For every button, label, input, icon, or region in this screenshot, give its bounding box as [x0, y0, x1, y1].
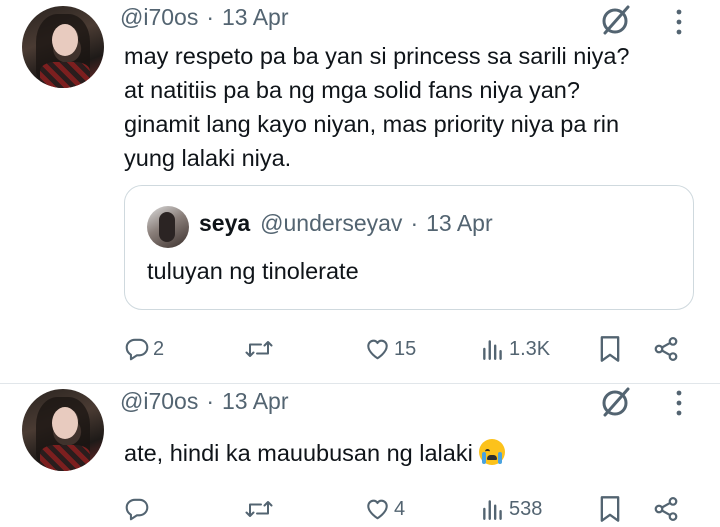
more-icon[interactable] [674, 388, 684, 418]
avatar[interactable] [22, 6, 104, 88]
quote-date[interactable]: 13 Apr [426, 210, 493, 237]
retweet-icon [245, 501, 273, 517]
tweet-text-line: ginamit lang kayo niyan, mas priority ni… [124, 111, 620, 137]
action-bar: 2 15 1.3K [0, 331, 720, 367]
like-count: 4 [394, 497, 406, 520]
views-button[interactable]: 1.3K [480, 331, 550, 367]
tweet-text-line: may respeto pa ba yan si princess sa sar… [124, 43, 630, 69]
tweet-header: @i70os · 13 Apr [120, 2, 289, 32]
reply-count: 2 [153, 337, 165, 360]
user-handle[interactable]: @i70os [120, 388, 198, 415]
tweet-text-line: at natitiis pa ba ng mga solid fans niya… [124, 77, 580, 103]
quote-avatar[interactable] [147, 206, 189, 248]
bookmark-icon [600, 496, 620, 522]
avatar[interactable] [22, 389, 104, 471]
like-icon [367, 339, 388, 360]
reply-button[interactable]: 2 [124, 331, 164, 367]
tweet-date[interactable]: 13 Apr [222, 388, 289, 415]
tweet[interactable]: @i70os · 13 Apr ate, hindi ka mauubusan … [0, 384, 720, 522]
bookmark-icon [600, 336, 620, 362]
loudly-crying-face-icon [478, 439, 505, 465]
separator-dot: · [206, 3, 215, 30]
share-button[interactable] [652, 331, 680, 367]
like-icon [367, 499, 388, 520]
like-button[interactable]: 15 [364, 331, 416, 367]
views-icon [483, 340, 502, 360]
quote-handle[interactable]: @underseyav [260, 210, 402, 237]
view-count: 1.3K [509, 337, 551, 360]
tweet-text-line: ate, hindi ka mauubusan ng lalaki [124, 440, 473, 466]
quoted-tweet[interactable]: seya @underseyav · 13 Apr tuluyan ng tin… [124, 185, 694, 310]
more-icon[interactable] [674, 7, 684, 37]
tweet-date[interactable]: 13 Apr [222, 4, 289, 31]
quote-header: seya @underseyav · 13 Apr [199, 210, 493, 237]
retweet-icon [245, 341, 273, 357]
views-icon [483, 500, 502, 520]
grok-icon[interactable] [600, 4, 632, 36]
separator-dot: · [206, 387, 215, 414]
tweet[interactable]: @i70os · 13 Apr may respeto pa ba yan si… [0, 0, 720, 383]
separator-dot: · [410, 210, 419, 236]
share-icon [654, 497, 678, 521]
like-count: 15 [394, 337, 417, 360]
user-handle[interactable]: @i70os [120, 4, 198, 31]
tweet-text-line: yung lalaki niya. [124, 145, 292, 171]
bookmark-button[interactable] [598, 331, 622, 367]
quote-text: tuluyan ng tinolerate [147, 258, 359, 284]
reply-icon [125, 338, 149, 361]
view-count: 538 [509, 497, 543, 520]
tweet-text: may respeto pa ba yan si princess sa sar… [124, 39, 690, 175]
tweet-text: ate, hindi ka mauubusan ng lalaki [124, 436, 690, 470]
tweet-header: @i70os · 13 Apr [120, 386, 289, 416]
share-icon [654, 337, 678, 361]
quote-display-name[interactable]: seya [199, 210, 250, 237]
reply-icon [125, 498, 149, 521]
grok-icon[interactable] [600, 386, 632, 418]
retweet-button[interactable] [244, 331, 274, 367]
